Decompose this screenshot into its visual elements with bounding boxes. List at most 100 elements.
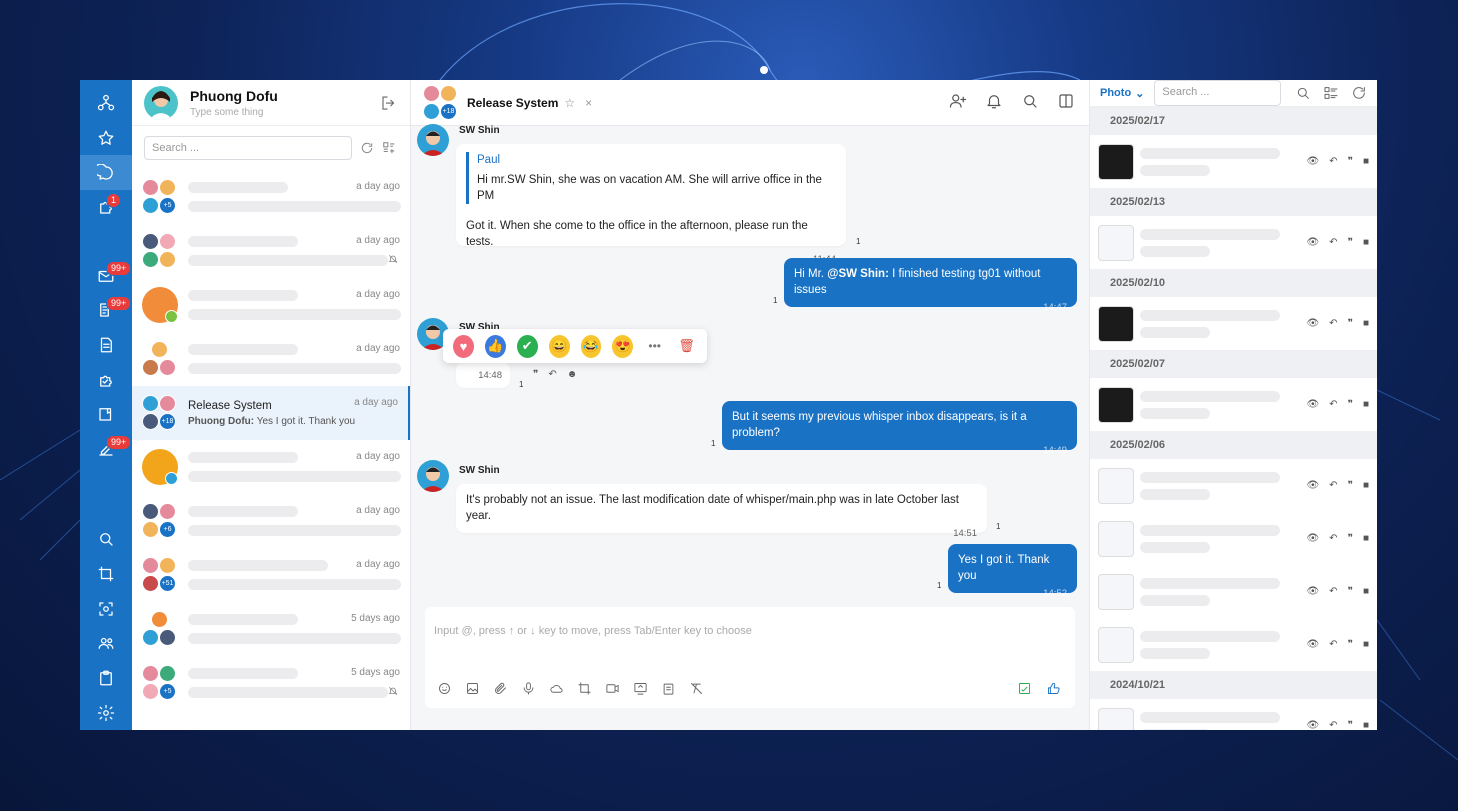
favorites-nav[interactable] <box>80 121 132 156</box>
bell-icon[interactable] <box>985 92 1003 110</box>
capture-nav[interactable] <box>80 591 132 626</box>
delete-icon[interactable]: 🗑 <box>676 335 697 358</box>
thumbs-up-reaction-icon[interactable]: 👍 <box>484 334 506 358</box>
board-nav[interactable] <box>80 397 132 432</box>
mention[interactable]: @SW Shin: <box>827 268 889 280</box>
quote-icon[interactable]: ❞ <box>1348 399 1353 410</box>
folder-icon[interactable]: ■ <box>1363 639 1369 650</box>
file-type-dropdown[interactable]: Photo ⌄ <box>1100 87 1144 100</box>
emoji-icon[interactable] <box>437 681 452 696</box>
new-group-icon[interactable] <box>382 141 396 155</box>
reply-icon[interactable]: ↶ <box>548 369 556 380</box>
reply-icon[interactable]: ↶ <box>1329 533 1337 544</box>
list-item[interactable]: 5 days ago <box>132 602 410 656</box>
profile-status[interactable]: Type some thing <box>190 107 278 118</box>
file-item[interactable]: 👁 ↶ ❞ ■ <box>1090 459 1377 512</box>
search-nav[interactable] <box>80 522 132 557</box>
file-item[interactable]: 👁 ↶ ❞ ■ <box>1090 378 1377 431</box>
clipboard-icon[interactable] <box>661 681 676 696</box>
list-item[interactable]: a day ago <box>132 278 410 332</box>
file-item[interactable]: 👁 ↶ ❞ ■ <box>1090 135 1377 188</box>
file-item[interactable]: 👁 ↶ ❞ ■ <box>1090 512 1377 565</box>
view-icon[interactable]: 👁 <box>1306 480 1319 491</box>
view-icon[interactable]: 👁 <box>1306 237 1319 248</box>
file-thumbnail[interactable] <box>1098 573 1134 610</box>
file-thumbnail[interactable] <box>1098 626 1134 663</box>
conversation-search-input[interactable]: Search ... <box>144 136 352 160</box>
attachment-icon[interactable] <box>493 681 508 696</box>
folder-icon[interactable]: ■ <box>1363 586 1369 597</box>
reply-icon[interactable]: ↶ <box>1329 318 1337 329</box>
quote-icon[interactable]: ❞ <box>1348 480 1353 491</box>
file-thumbnail[interactable] <box>1098 224 1134 261</box>
file-thumbnail[interactable] <box>1098 520 1134 557</box>
check-reaction-icon[interactable]: ✔ <box>516 334 538 358</box>
chat-nav[interactable] <box>80 155 132 191</box>
quote-icon[interactable]: ❞ <box>1348 533 1353 544</box>
microphone-icon[interactable] <box>521 681 536 696</box>
message-bubble[interactable]: 14:48 <box>456 362 510 388</box>
list-item[interactable]: a day ago <box>132 224 410 278</box>
list-item[interactable]: +51 a day ago <box>132 548 410 602</box>
file-thumbnail[interactable] <box>1098 305 1134 342</box>
file-item[interactable]: 👁 ↶ ❞ ■ <box>1090 618 1377 671</box>
clipboard-nav[interactable] <box>80 661 132 696</box>
notes-nav[interactable]: 99+ <box>80 293 132 328</box>
folder-icon[interactable]: ■ <box>1363 399 1369 410</box>
message-bubble[interactable]: But it seems my previous whisper inbox d… <box>722 401 1077 456</box>
heart-eyes-reaction-icon[interactable]: 😍 <box>612 334 634 358</box>
list-item[interactable]: +5 a day ago <box>132 170 410 224</box>
quote-icon[interactable]: ❞ <box>1348 586 1353 597</box>
crop-nav[interactable] <box>80 557 132 592</box>
emoji-icon[interactable]: ☻ <box>567 369 578 380</box>
logout-icon[interactable] <box>380 94 398 112</box>
folder-icon[interactable]: ■ <box>1363 480 1369 491</box>
thumbs-up-icon[interactable] <box>1046 681 1061 696</box>
file-thumbnail[interactable] <box>1098 143 1134 180</box>
reply-icon[interactable]: ↶ <box>1329 237 1337 248</box>
view-icon[interactable]: 👁 <box>1306 720 1319 730</box>
quote-icon[interactable]: ❞ <box>1348 318 1353 329</box>
folder-icon[interactable]: ■ <box>1363 533 1369 544</box>
folder-icon[interactable]: ■ <box>1363 156 1369 167</box>
screen-share-icon[interactable] <box>633 681 648 696</box>
message-composer[interactable]: Input @, press ↑ or ↓ key to move, press… <box>425 607 1075 708</box>
reply-icon[interactable]: ↶ <box>1329 586 1337 597</box>
quote-icon[interactable]: ❞ <box>533 369 538 380</box>
quote-icon[interactable]: ❞ <box>1348 720 1353 730</box>
grin-reaction-icon[interactable]: 😄 <box>548 334 570 358</box>
docs-nav[interactable] <box>80 328 132 363</box>
mail-nav[interactable]: 99+ <box>80 258 132 293</box>
refresh-icon[interactable] <box>1351 85 1367 101</box>
settings-nav[interactable] <box>80 695 132 730</box>
message-bubble[interactable]: Yes I got it. Thank you 14:52 <box>948 544 1077 599</box>
tasks-nav[interactable]: 99+ <box>80 432 132 467</box>
more-icon[interactable]: ••• <box>644 335 665 358</box>
close-icon[interactable]: × <box>585 96 592 110</box>
list-item[interactable]: +5 5 days ago <box>132 656 410 710</box>
reply-icon[interactable]: ↶ <box>1329 720 1337 730</box>
split-panel-icon[interactable] <box>1057 92 1075 110</box>
clear-format-icon[interactable] <box>689 681 704 696</box>
message-bubble[interactable]: Hi Mr. @SW Shin: I finished testing tg01… <box>784 258 1077 313</box>
view-icon[interactable]: 👁 <box>1306 639 1319 650</box>
list-item[interactable]: +6 a day ago <box>132 494 410 548</box>
quoted-message[interactable]: Paul Hi mr.SW Shin, she was on vacation … <box>466 152 836 204</box>
message-bubble[interactable]: It's probably not an issue. The last mod… <box>456 484 987 539</box>
note-icon[interactable] <box>1017 681 1032 696</box>
folder-icon[interactable]: ■ <box>1363 720 1369 730</box>
list-item-release-system[interactable]: +18 Release System Phuong Dofu: Yes I go… <box>132 386 410 440</box>
org-chart-nav[interactable] <box>80 86 132 121</box>
groups-nav[interactable] <box>80 626 132 661</box>
reply-icon[interactable]: ↶ <box>1329 480 1337 491</box>
approval-nav[interactable] <box>80 362 132 397</box>
file-thumbnail[interactable] <box>1098 707 1134 730</box>
video-icon[interactable] <box>605 681 620 696</box>
file-item[interactable]: 👁 ↶ ❞ ■ <box>1090 699 1377 730</box>
file-thumbnail[interactable] <box>1098 467 1134 504</box>
avatar[interactable] <box>417 124 449 156</box>
file-item[interactable]: 👁 ↶ ❞ ■ <box>1090 216 1377 269</box>
quote-icon[interactable]: ❞ <box>1348 639 1353 650</box>
avatar[interactable] <box>417 460 449 492</box>
laugh-reaction-icon[interactable]: 😂 <box>580 334 602 358</box>
